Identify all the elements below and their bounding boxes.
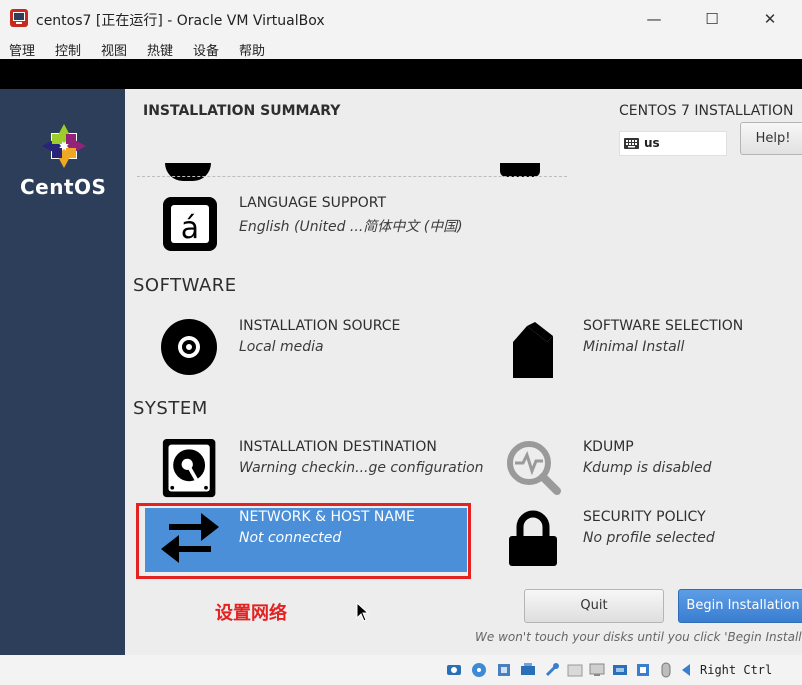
- recording-status-icon[interactable]: [612, 662, 628, 678]
- scrolled-spoke-icon-left: [165, 163, 211, 181]
- keyboard-layout-label: us: [644, 136, 660, 150]
- help-button[interactable]: Help!: [740, 122, 802, 155]
- close-icon: ✕: [763, 10, 777, 28]
- menubar: 管理 控制 视图 热键 设备 帮助: [0, 38, 802, 59]
- lock-icon: [509, 510, 557, 566]
- localization-divider: [137, 176, 567, 177]
- mouse-integration-status-icon[interactable]: [658, 662, 674, 678]
- maximize-icon: ☐: [705, 10, 719, 28]
- spoke-title: INSTALLATION DESTINATION: [239, 439, 437, 455]
- keyboard-icon: [624, 138, 639, 149]
- menu-control[interactable]: 控制: [55, 40, 81, 59]
- svg-text:á: á: [181, 211, 199, 246]
- centos-logo-icon: [42, 124, 86, 168]
- menu-help[interactable]: 帮助: [239, 40, 265, 59]
- optical-drive-status-icon[interactable]: [471, 662, 487, 678]
- network-status-icon[interactable]: [520, 662, 536, 678]
- spoke-language-support[interactable]: á LANGUAGE SUPPORT English (United ...简体…: [161, 195, 481, 265]
- spoke-status: Local media: [239, 339, 324, 355]
- spoke-software-selection[interactable]: SOFTWARE SELECTION Minimal Install: [505, 318, 795, 388]
- section-system: SYSTEM: [133, 398, 208, 419]
- window-titlebar: centos7 [正在运行] - Oracle VM VirtualBox — …: [0, 0, 802, 38]
- installation-summary-hub: INSTALLATION SUMMARY CENTOS 7 INSTALLATI…: [125, 89, 802, 655]
- usb-status-icon[interactable]: [544, 662, 560, 678]
- spoke-status: Warning checkin...ge configuration: [239, 460, 484, 476]
- menu-view[interactable]: 视图: [101, 40, 127, 59]
- spoke-status: Kdump is disabled: [583, 460, 712, 476]
- virtualbox-app-icon: [10, 9, 28, 27]
- spoke-title: SOFTWARE SELECTION: [583, 318, 744, 334]
- installer-sidebar: CentOS: [0, 89, 125, 655]
- spoke-status: No profile selected: [583, 530, 715, 546]
- keyboard-layout-indicator[interactable]: us: [619, 131, 727, 156]
- menu-devices[interactable]: 设备: [193, 40, 219, 59]
- spoke-kdump[interactable]: KDUMP Kdump is disabled: [505, 439, 795, 509]
- hard-disk-status-icon[interactable]: [446, 662, 462, 678]
- vm-top-border: [0, 59, 802, 89]
- window-title: centos7 [正在运行] - Oracle VM VirtualBox: [36, 13, 325, 29]
- spoke-security-policy[interactable]: SECURITY POLICY No profile selected: [505, 509, 795, 579]
- display-status-icon[interactable]: [589, 662, 605, 678]
- spoke-title: INSTALLATION SOURCE: [239, 318, 401, 334]
- spoke-installation-destination[interactable]: INSTALLATION DESTINATION Warning checkin…: [161, 439, 484, 509]
- spoke-installation-source[interactable]: INSTALLATION SOURCE Local media: [161, 318, 481, 388]
- page-title: INSTALLATION SUMMARY: [143, 103, 341, 119]
- cpu-status-icon[interactable]: [635, 662, 651, 678]
- section-software: SOFTWARE: [133, 275, 237, 296]
- centos-brand: CentOS: [20, 175, 107, 199]
- kdump-search-icon: [507, 441, 561, 495]
- spoke-status: English (United ...简体中文 (中国): [239, 219, 463, 235]
- audio-status-icon[interactable]: [496, 662, 512, 678]
- spoke-title: SECURITY POLICY: [583, 509, 706, 525]
- quit-button[interactable]: Quit: [524, 589, 664, 623]
- minimize-icon: —: [646, 10, 662, 28]
- shared-folder-status-icon[interactable]: [567, 662, 583, 678]
- annotation-red-box: [136, 503, 471, 579]
- package-icon: [513, 322, 553, 378]
- maximize-button[interactable]: ☐: [692, 6, 732, 32]
- host-key-arrow-icon: [682, 664, 690, 676]
- close-button[interactable]: ✕: [750, 6, 790, 32]
- footer-note: We won't touch your disks until you clic…: [475, 630, 802, 644]
- annotation-label: 设置网络: [215, 603, 287, 624]
- minimize-button[interactable]: —: [634, 6, 674, 32]
- disc-icon: [161, 319, 217, 375]
- spoke-title: LANGUAGE SUPPORT: [239, 195, 387, 211]
- language-icon: á: [163, 197, 217, 251]
- begin-installation-button[interactable]: Begin Installation: [678, 589, 802, 623]
- spoke-title: KDUMP: [583, 439, 634, 455]
- host-key-label: Right Ctrl: [700, 663, 773, 677]
- product-title: CENTOS 7 INSTALLATION: [619, 103, 794, 119]
- menu-manage[interactable]: 管理: [9, 40, 35, 59]
- scrolled-spoke-icon-right: [500, 163, 540, 177]
- harddisk-icon: [162, 439, 216, 498]
- spoke-status: Minimal Install: [583, 339, 685, 355]
- menu-hotkeys[interactable]: 热键: [147, 40, 173, 59]
- mouse-cursor-icon: [356, 602, 370, 622]
- vbox-statusbar: Right Ctrl: [0, 655, 802, 685]
